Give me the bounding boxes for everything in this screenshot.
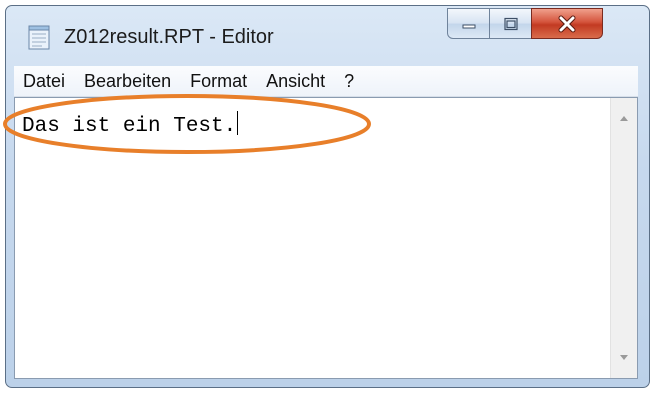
editor-text-line: Das ist ein Test.: [22, 115, 237, 138]
scroll-up-button[interactable]: [611, 98, 637, 138]
menu-bearbeiten[interactable]: Bearbeiten: [75, 71, 181, 92]
maximize-icon: [503, 17, 518, 30]
minimize-button[interactable]: [447, 8, 490, 39]
window-title: Z012result.RPT - Editor: [64, 26, 274, 48]
scroll-down-arrow-icon: [620, 355, 628, 360]
text-editor[interactable]: Das ist ein Test.: [14, 97, 638, 379]
text-caret: [237, 111, 239, 135]
maximize-button[interactable]: [489, 8, 532, 39]
vertical-scrollbar[interactable]: [610, 98, 637, 378]
title-bar[interactable]: Z012result.RPT - Editor: [6, 6, 649, 62]
menu-ansicht[interactable]: Ansicht: [257, 71, 335, 92]
scroll-up-arrow-icon: [620, 116, 628, 121]
close-icon: [558, 15, 576, 32]
scroll-down-button[interactable]: [611, 338, 637, 378]
close-button[interactable]: [531, 8, 603, 39]
menu-help[interactable]: ?: [335, 71, 364, 92]
editor-content[interactable]: Das ist ein Test.: [22, 111, 239, 138]
menu-bar: Datei Bearbeiten Format Ansicht ?: [14, 66, 638, 97]
menu-datei[interactable]: Datei: [14, 71, 75, 92]
notepad-icon: [28, 25, 50, 50]
menu-format[interactable]: Format: [181, 71, 257, 92]
minimize-icon: [462, 24, 475, 28]
editor-window: Z012result.RPT - Editor Datei Bearbeiten…: [5, 5, 650, 388]
